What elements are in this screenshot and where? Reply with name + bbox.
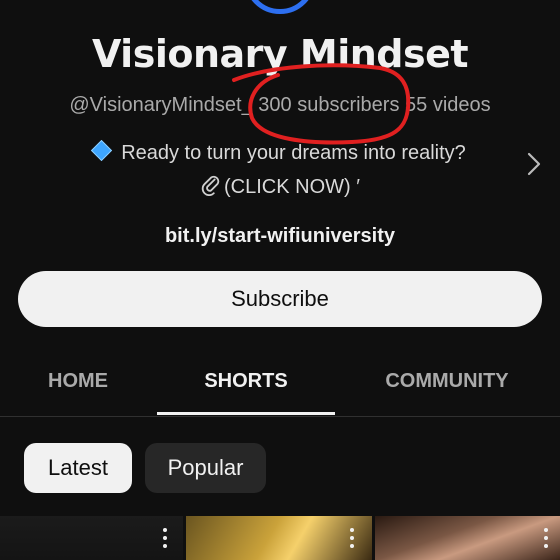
video-count: 55 videos	[405, 94, 491, 116]
chip-latest[interactable]: Latest	[24, 443, 132, 493]
description-line-1: Ready to turn your dreams into reality?	[121, 142, 466, 164]
chevron-right-icon[interactable]	[524, 150, 544, 178]
tab-shorts[interactable]: SHORTS	[157, 348, 335, 416]
blue-diamond-icon	[91, 139, 113, 162]
channel-name: Visionary Mindset	[91, 32, 469, 76]
channel-handle: @VisionaryMindset_	[69, 94, 253, 116]
subscribe-button[interactable]: Subscribe	[18, 271, 542, 327]
active-tab-indicator	[157, 412, 335, 415]
channel-description[interactable]: Ready to turn your dreams into reality? …	[0, 136, 560, 204]
channel-tabs: HOME SHORTS COMMUNITY	[0, 348, 560, 416]
short-thumbnail[interactable]	[186, 516, 372, 560]
channel-link[interactable]: bit.ly/start-wifiuniversity	[0, 225, 560, 248]
chip-popular[interactable]: Popular	[145, 443, 266, 493]
tab-home[interactable]: HOME	[18, 348, 138, 416]
channel-meta: @VisionaryMindset_ 300 subscribers 55 vi…	[0, 94, 560, 117]
short-thumbnail[interactable]	[0, 516, 183, 560]
channel-avatar[interactable]	[244, 0, 316, 14]
more-vert-icon[interactable]	[349, 526, 355, 550]
tab-community[interactable]: COMMUNITY	[372, 348, 522, 416]
description-line-2: (CLICK NOW) ′	[224, 176, 360, 198]
tabs-divider	[0, 416, 560, 417]
short-thumbnail[interactable]	[375, 516, 560, 560]
shorts-grid	[0, 516, 560, 560]
subscriber-count: 300 subscribers	[258, 94, 400, 116]
more-vert-icon[interactable]	[543, 526, 549, 550]
paperclip-icon	[201, 175, 220, 196]
more-vert-icon[interactable]	[162, 526, 168, 550]
